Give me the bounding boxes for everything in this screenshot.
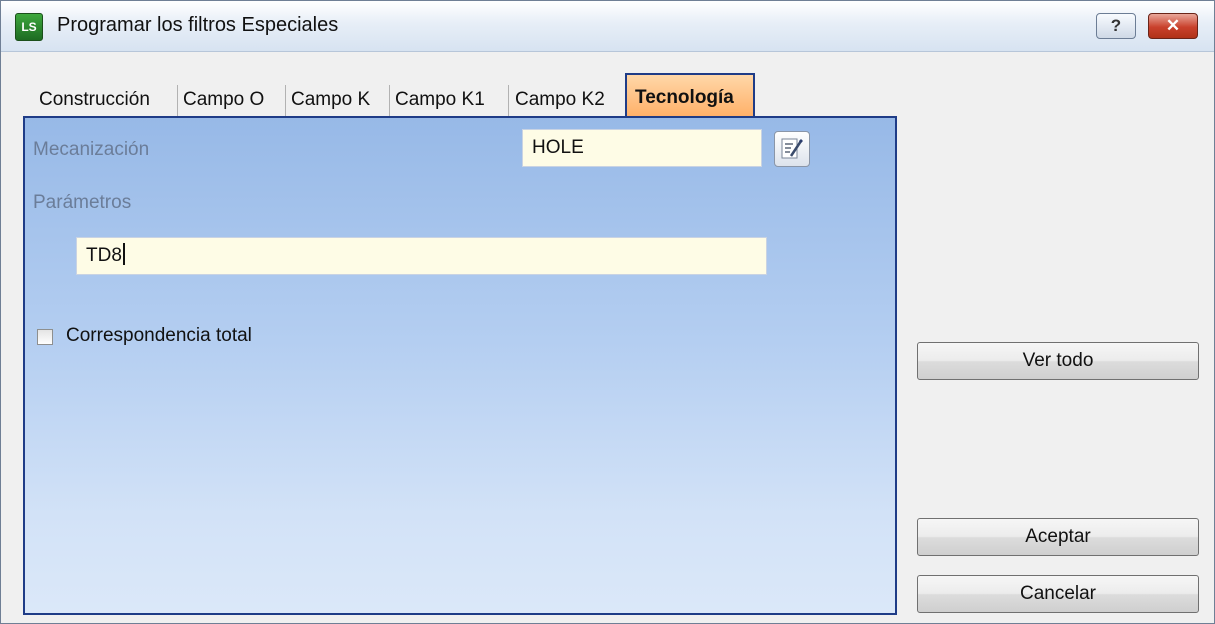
- window-title: Programar los filtros Especiales: [57, 14, 339, 36]
- help-button[interactable]: ?: [1096, 13, 1136, 39]
- tab-separator: [508, 85, 509, 117]
- tab-campo-k2[interactable]: Campo K2: [515, 85, 605, 115]
- ver-todo-button[interactable]: Ver todo: [917, 342, 1199, 380]
- tab-tecnologia[interactable]: Tecnología: [625, 73, 755, 117]
- mecanizacion-field[interactable]: HOLE: [522, 129, 762, 167]
- close-button[interactable]: ✕: [1148, 13, 1198, 39]
- correspondencia-label[interactable]: Correspondencia total: [66, 325, 252, 347]
- tab-campo-k[interactable]: Campo K: [291, 85, 370, 115]
- parametros-value: TD8: [86, 245, 122, 266]
- tecnologia-panel: Mecanización HOLE Parámetros TD8 Corresp…: [23, 116, 897, 615]
- tab-construccion[interactable]: Construcción: [39, 85, 150, 115]
- tab-campo-k1[interactable]: Campo K1: [395, 85, 485, 115]
- tab-separator: [285, 85, 286, 117]
- dialog-window: LS Programar los filtros Especiales ? ✕ …: [0, 0, 1215, 624]
- tab-campo-o[interactable]: Campo O: [183, 85, 264, 115]
- parametros-field[interactable]: TD8: [76, 237, 767, 275]
- tab-separator: [389, 85, 390, 117]
- correspondencia-checkbox[interactable]: [37, 329, 53, 345]
- tab-separator: [177, 85, 178, 117]
- title-bar[interactable]: LS Programar los filtros Especiales ? ✕: [1, 1, 1214, 52]
- mecanizacion-label: Mecanización: [33, 139, 150, 160]
- select-mecanizacion-button[interactable]: [774, 131, 810, 167]
- edit-list-icon: [781, 138, 803, 159]
- cancelar-button[interactable]: Cancelar: [917, 575, 1199, 613]
- app-icon: LS: [15, 13, 43, 41]
- parametros-label: Parámetros: [33, 192, 132, 213]
- mecanizacion-value: HOLE: [532, 137, 584, 158]
- text-caret: [122, 243, 125, 265]
- aceptar-button[interactable]: Aceptar: [917, 518, 1199, 556]
